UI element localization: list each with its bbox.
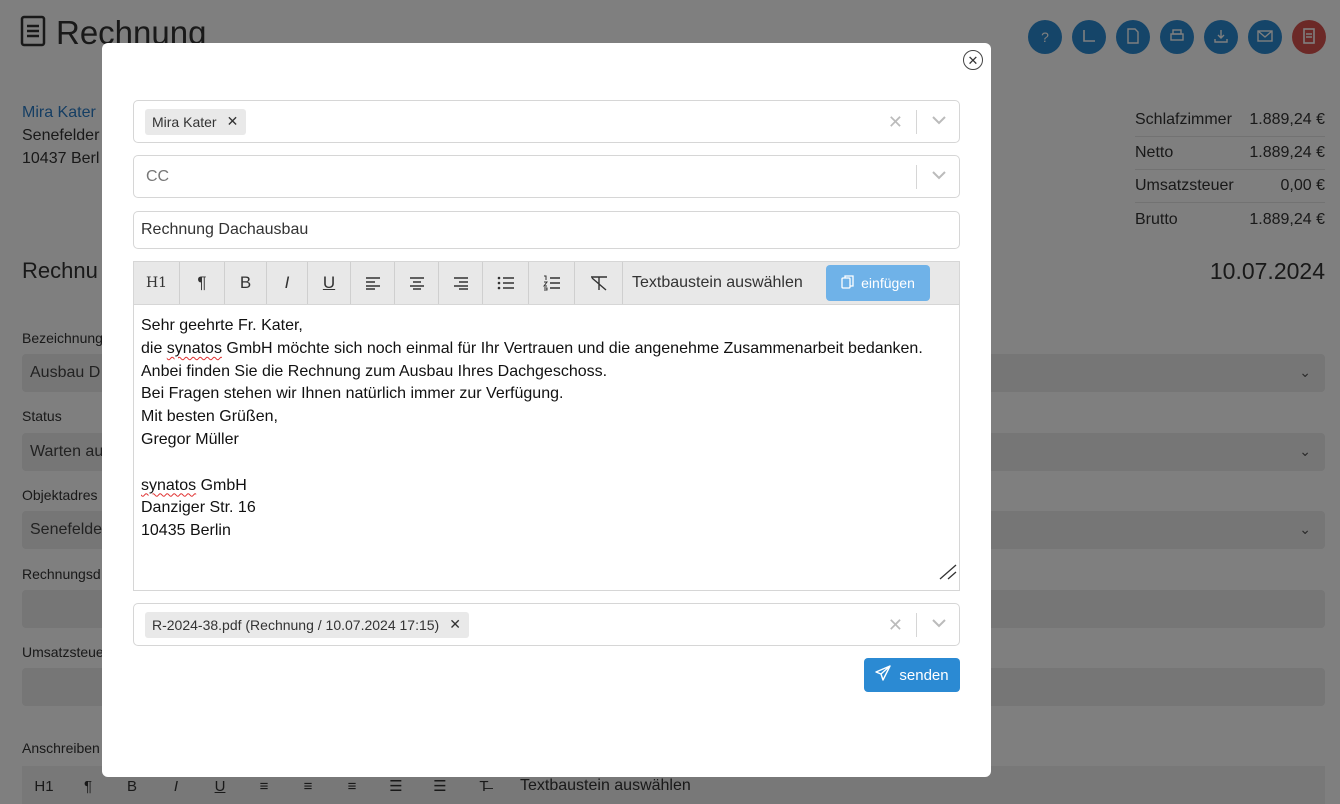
message-editor[interactable]: Sehr geehrte Fr. Kater, die synatos GmbH…	[133, 304, 960, 591]
align-center-icon	[409, 276, 425, 290]
align-left-icon	[365, 276, 381, 290]
h1-button[interactable]: H1	[134, 262, 180, 304]
cc-placeholder: CC	[146, 167, 170, 185]
copy-icon	[841, 274, 854, 292]
align-center-button[interactable]	[395, 262, 439, 304]
chevron-down-icon[interactable]	[932, 112, 946, 130]
chevron-down-icon[interactable]	[932, 167, 946, 185]
numbered-list-icon	[542, 275, 561, 291]
message-line: Mit besten Grüßen,	[141, 408, 278, 426]
snippet-select[interactable]: Textbaustein auswählen	[623, 274, 823, 292]
message-line: die synatos GmbH möchte sich noch einmal…	[141, 339, 923, 357]
close-icon: ✕	[967, 52, 979, 68]
message-line: Gregor Müller	[141, 430, 239, 448]
chevron-down-icon[interactable]	[932, 615, 946, 633]
separator	[916, 165, 917, 189]
clear-icon[interactable]: ✕	[888, 615, 903, 636]
recipient-tag-label: Mira Kater	[152, 113, 217, 130]
message-line: synatos GmbH	[141, 476, 247, 494]
send-button-label: senden	[899, 666, 949, 684]
remove-tag-icon[interactable]: ✕	[449, 616, 461, 633]
attachment-select[interactable]: R-2024-38.pdf (Rechnung / 10.07.2024 17:…	[133, 603, 960, 646]
remove-tag-icon[interactable]: ✕	[227, 113, 239, 130]
cc-select[interactable]: CC	[133, 155, 960, 198]
paper-plane-icon	[875, 665, 892, 685]
email-modal: ✕ Mira Kater ✕ ✕ CC Rechnung Dachausbau …	[102, 43, 991, 777]
message-line: Danziger Str. 16	[141, 499, 256, 517]
clear-icon[interactable]: ✕	[888, 112, 903, 133]
send-button[interactable]: senden	[864, 658, 960, 692]
message-line: Sehr geehrte Fr. Kater,	[141, 317, 303, 334]
recipient-select[interactable]: Mira Kater ✕ ✕	[133, 100, 960, 143]
bullet-list-icon	[497, 276, 515, 290]
insert-button[interactable]: einfügen	[826, 265, 930, 301]
message-line: 10435 Berlin	[141, 522, 231, 540]
numbered-list-button[interactable]	[529, 262, 575, 304]
clear-format-button[interactable]	[575, 262, 623, 304]
separator	[916, 613, 917, 637]
separator	[916, 110, 917, 134]
subject-input[interactable]: Rechnung Dachausbau	[133, 211, 960, 249]
underline-button[interactable]: U	[308, 262, 351, 304]
recipient-tag: Mira Kater ✕	[145, 108, 247, 135]
align-right-icon	[453, 276, 469, 290]
paragraph-button[interactable]: ¶	[180, 262, 225, 304]
bold-button[interactable]: B	[225, 262, 267, 304]
message-line: Bei Fragen stehen wir Ihnen natürlich im…	[141, 385, 564, 403]
align-left-button[interactable]	[351, 262, 395, 304]
editor-toolbar: H1 ¶ B I U Textbaustein auswählen einfüg…	[133, 261, 960, 304]
bullet-list-button[interactable]	[483, 262, 529, 304]
clear-format-icon	[589, 275, 609, 291]
close-button[interactable]: ✕	[963, 50, 983, 70]
message-line	[141, 452, 952, 475]
message-line: Anbei finden Sie die Rechnung zum Ausbau…	[141, 362, 608, 380]
resize-handle-icon[interactable]	[939, 564, 957, 588]
insert-button-label: einfügen	[861, 275, 915, 291]
misspelled-word: synatos	[166, 339, 222, 357]
align-right-button[interactable]	[439, 262, 483, 304]
snippet-select-label: Textbaustein auswählen	[632, 274, 803, 291]
misspelled-word: synatos	[141, 476, 197, 494]
attachment-tag: R-2024-38.pdf (Rechnung / 10.07.2024 17:…	[145, 611, 469, 638]
italic-button[interactable]: I	[267, 262, 308, 304]
attachment-tag-label: R-2024-38.pdf (Rechnung / 10.07.2024 17:…	[152, 616, 440, 633]
